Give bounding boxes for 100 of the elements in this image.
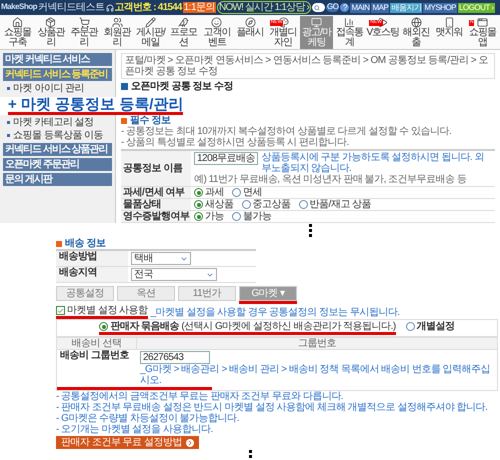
- radio-label: 면세: [243, 187, 262, 198]
- sidebar-item[interactable]: 문의 게시판: [3, 173, 112, 186]
- toolbar-item[interactable]: 쇼핑몰구축: [1, 16, 34, 49]
- toolbar-item[interactable]: 고객이벤트: [200, 16, 234, 49]
- hint-text: 상품등록시에 구분 가능하도록 설정하시면 됩니다. 외부노출되지 않습니다.: [261, 152, 485, 174]
- cart-icon: [78, 17, 90, 28]
- app-window-icon: [476, 17, 488, 28]
- radio-button[interactable]: [242, 200, 250, 209]
- section-heading: 배송 정보: [56, 238, 498, 249]
- radio-label: 반품/재고 상품: [310, 199, 372, 210]
- radio-button[interactable]: [194, 212, 203, 221]
- monitor-icon: [310, 17, 322, 28]
- name-input[interactable]: 1208무료배송: [194, 152, 258, 165]
- radio-label: 중고상품: [252, 199, 290, 210]
- ellipsis-icon: [308, 224, 312, 237]
- bar-chart-icon: [344, 17, 356, 28]
- note-text: - 공통설정에서의 금액조건부 무료는 판매자 조건부 무료와 다릅니다.: [56, 391, 344, 402]
- note-text: _마켓별 설정을 사용할 경우 공통설정의 정보는 무시됩니다.: [150, 306, 400, 318]
- radio-label: 가능: [205, 211, 224, 222]
- bird-icon: [178, 17, 190, 28]
- live-chat-button[interactable]: NOW! 실시간 1:1상담 ›: [217, 1, 312, 14]
- radio-label: 불가능: [243, 211, 272, 222]
- headset-icon: [106, 4, 114, 12]
- bullet-icon: [7, 134, 10, 137]
- toolbar-item[interactable]: 접속통계: [333, 16, 366, 49]
- note-text: - 상품의 특성별로 설정하시면 상품등록 시 편리합니다.: [121, 137, 350, 148]
- bullet-icon: [7, 87, 10, 90]
- shop-name: 커넥티드테스트: [38, 2, 105, 13]
- pencil-icon: [144, 17, 156, 28]
- checkbox[interactable]: [56, 306, 65, 315]
- radio-label: 과세: [205, 187, 224, 198]
- radio-label: 판매자 묶음배송 (선택시 G마켓에 설정하신 배송관리가 적용됩니다.): [110, 321, 396, 332]
- toolbar-item[interactable]: 맷지워: [432, 16, 466, 49]
- radio-button[interactable]: [194, 188, 203, 197]
- ellipsis-icon: [248, 450, 252, 460]
- toolbar-item[interactable]: 프로모션: [167, 16, 200, 49]
- column-header: 배송비 선택: [57, 338, 137, 349]
- arrow-icon: [186, 438, 194, 446]
- toolbar-item[interactable]: 상품관리: [34, 16, 68, 49]
- logo: MakeShop: [1, 3, 38, 12]
- toolbar-item[interactable]: 주문관리: [67, 16, 101, 49]
- nav-link[interactable]: MAP: [371, 2, 390, 12]
- toolbar-item[interactable]: 해외진출: [399, 16, 433, 49]
- field-label: 과세/면세 여부: [121, 187, 191, 198]
- field-label: 물품상태: [121, 199, 191, 210]
- highlight-underline: [239, 301, 297, 304]
- callout-text: + 마켓 공통정보 등록/관리: [8, 97, 184, 112]
- search-icon: [314, 4, 320, 10]
- guide-button[interactable]: 판매자 조건부 무료 설정방법: [56, 436, 199, 449]
- column-header: 그룹번호: [297, 338, 337, 349]
- section-heading: 필수 정보: [121, 115, 495, 126]
- customer-number: 고객번호 : 41544: [114, 2, 182, 13]
- radio-button[interactable]: [232, 188, 241, 197]
- sidebar-subitem[interactable]: 쇼핑몰 등록상품 이동: [3, 130, 112, 141]
- tab[interactable]: 옥션: [117, 286, 175, 301]
- globe-icon: [410, 17, 422, 28]
- go-button[interactable]: GO: [326, 3, 340, 12]
- field-label: 공통정보 이름: [121, 151, 191, 186]
- tab[interactable]: 11번가: [178, 286, 236, 301]
- box-icon: [45, 17, 56, 28]
- note-text: - 판매자 조건부 무료배송 설정은 반드시 마켓별 설정 사용함에 체크해 개별적으로 설정해주셔야 합니다.: [56, 402, 488, 413]
- example-text: 예) 11번가 무료배송, 옥션 미성년자 판매 불가, 조건부무료배송 등: [194, 174, 468, 185]
- field-label: 배송지역: [56, 267, 128, 282]
- radio-label: 개별설정: [416, 321, 455, 332]
- note-text: - G마켓은 수량별 차등설정이 불가능합니다.: [56, 413, 240, 424]
- field-label: 배송방법: [56, 251, 128, 266]
- hint-text: _G마켓 > 배송관리 > 배송비 관리 > 배송비 정책 목록에서 배송비 번호를 입력해주십시오.: [140, 364, 492, 386]
- page-title: 오픈마켓 공통 정보 수정: [121, 81, 495, 92]
- note-text: - 공통정보는 최대 10개까지 복수설정하여 상품별로 다르게 설정할 수 있습니다.: [121, 126, 452, 137]
- sidebar-item[interactable]: 커넥티드 서비스 상품관리: [3, 143, 112, 156]
- search-field[interactable]: [312, 3, 326, 12]
- smiley-icon: [211, 17, 222, 28]
- checkbox-label: 마켓별 설정 사용함: [67, 305, 148, 316]
- nav-link[interactable]: MAIN: [350, 2, 370, 12]
- sidebar-item[interactable]: 오픈마켓 주문관리: [3, 158, 112, 171]
- sidebar-subitem[interactable]: 마켓 카테고리 설정: [3, 117, 112, 128]
- dropdown[interactable]: 택배: [131, 252, 191, 265]
- toolbar-item[interactable]: 회원관리: [100, 16, 134, 49]
- bullet-icon: [7, 121, 10, 124]
- breadcrumb: 포털/마켓 > 오픈마켓 연동서비스 > 연동서비스 등록준비 > OM 공통정보 등록/관리 > 오픈마켓 공통 정보 수정: [121, 53, 495, 79]
- toolbar-item[interactable]: 게시판/메일: [134, 16, 168, 49]
- radio-button[interactable]: [99, 322, 108, 331]
- tab[interactable]: 공통설정: [56, 286, 114, 301]
- sidebar-item[interactable]: 마켓 커넥티드 서비스: [3, 53, 112, 66]
- note-text: - 오기개는 마켓별 설정을 사용합니다.: [56, 424, 214, 435]
- toolbar-item[interactable]: 플래시: [233, 16, 267, 49]
- radio-button[interactable]: [298, 200, 308, 209]
- field-label: 배송비 그룹번호: [59, 350, 130, 363]
- radio-button[interactable]: [232, 212, 241, 221]
- radio-label: 새상품: [205, 199, 234, 210]
- dropdown[interactable]: 전국: [131, 268, 217, 281]
- nav-link[interactable]: MYSHOP: [423, 2, 457, 12]
- people-icon: [112, 17, 123, 28]
- sidebar-subitem[interactable]: 마켓 아이디 관리: [3, 83, 112, 94]
- radio-button[interactable]: [406, 322, 415, 331]
- compass-icon: [244, 17, 256, 28]
- phone-icon: [444, 17, 455, 28]
- house-icon: [12, 17, 24, 28]
- group-number-input[interactable]: 26276543: [140, 351, 210, 364]
- radio-button[interactable]: [194, 200, 203, 209]
